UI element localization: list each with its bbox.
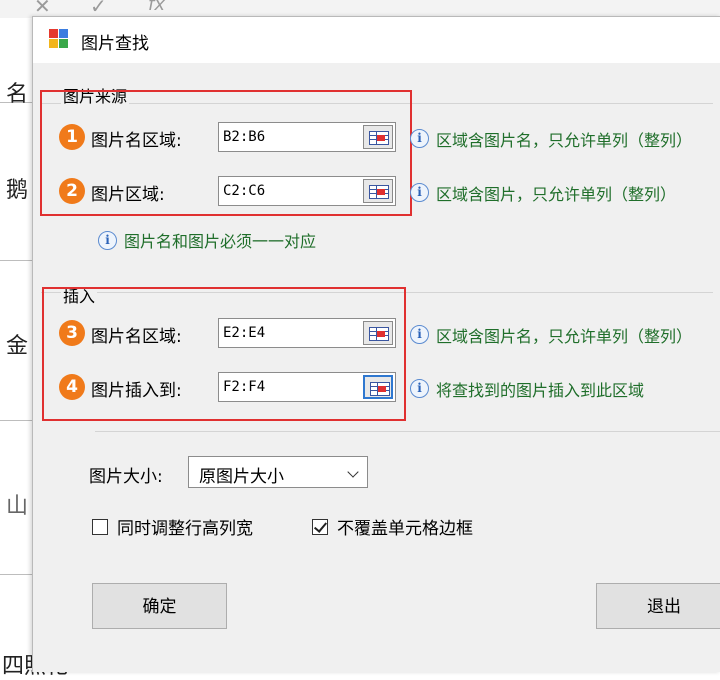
info-icon: i <box>410 379 429 398</box>
chevron-down-icon <box>347 466 359 478</box>
adjust-row-col-checkbox[interactable] <box>92 519 108 535</box>
info-icon: i <box>410 325 429 344</box>
cell-text: 鹅 <box>6 178 29 203</box>
image-name-range-input[interactable] <box>223 126 353 148</box>
info-icon: i <box>410 183 429 202</box>
range-picker-button[interactable] <box>363 125 393 149</box>
range-picker-button[interactable] <box>363 321 393 345</box>
dialog-title: 图片查找 <box>81 34 149 54</box>
hint-text: 区域含图片名，只允许单列（整列） <box>436 327 693 346</box>
step-badge: 1 <box>59 124 85 150</box>
hint-text: 区域含图片名，只允许单列（整列） <box>436 131 693 150</box>
cell-text: 山 <box>6 494 29 519</box>
hint-text: 区域含图片，只允许单列（整列） <box>436 185 677 204</box>
title-bar: 图片查找 <box>33 17 720 63</box>
checkmark-icon <box>313 519 328 533</box>
image-range-input[interactable] <box>223 180 353 202</box>
image-size-select[interactable]: 原图片大小 <box>188 456 368 488</box>
image-name-range-field[interactable] <box>218 122 396 152</box>
image-name-range-label: 图片名区域: <box>91 131 182 151</box>
insert-target-field[interactable] <box>218 372 396 402</box>
image-size-value: 原图片大小 <box>199 467 284 487</box>
image-name-range-label: 图片名区域: <box>91 327 182 347</box>
adjust-row-col-label[interactable]: 同时调整行高列宽 <box>117 514 253 539</box>
insert-name-range-input[interactable] <box>223 322 353 344</box>
app-icon <box>49 29 69 49</box>
image-size-label: 图片大小: <box>89 467 163 487</box>
divider <box>95 431 720 432</box>
insert-to-label: 图片插入到: <box>91 381 182 401</box>
info-icon: i <box>98 231 117 250</box>
step-badge: 4 <box>59 374 85 400</box>
info-icon: i <box>410 129 429 148</box>
mapping-note: 图片名和图片必须一一对应 <box>124 232 317 251</box>
insert-target-input[interactable] <box>223 376 353 398</box>
spreadsheet-column: 名 鹅 金 山 四照花 <box>0 18 68 679</box>
range-picker-button[interactable] <box>363 375 393 399</box>
confirm-button[interactable]: 确定 <box>92 583 227 629</box>
keep-borders-checkbox[interactable] <box>312 519 328 535</box>
insert-name-range-field[interactable] <box>218 318 396 348</box>
range-picker-button[interactable] <box>363 179 393 203</box>
cell-text: 金 <box>6 334 29 359</box>
step-badge: 2 <box>59 178 85 204</box>
exit-button[interactable]: 退出 <box>596 583 720 629</box>
step-badge: 3 <box>59 320 85 346</box>
hint-text: 将查找到的图片插入到此区域 <box>436 381 645 400</box>
cell-text: 名 <box>6 82 29 107</box>
function-icon: fx <box>148 0 165 15</box>
image-lookup-dialog: 图片查找 图片来源 1 图片名区域: i 区域含图片名，只允许单列（整列） 2 … <box>32 16 720 672</box>
image-range-label: 图片区域: <box>91 185 165 205</box>
keep-borders-label[interactable]: 不覆盖单元格边框 <box>337 514 473 539</box>
image-range-field[interactable] <box>218 176 396 206</box>
